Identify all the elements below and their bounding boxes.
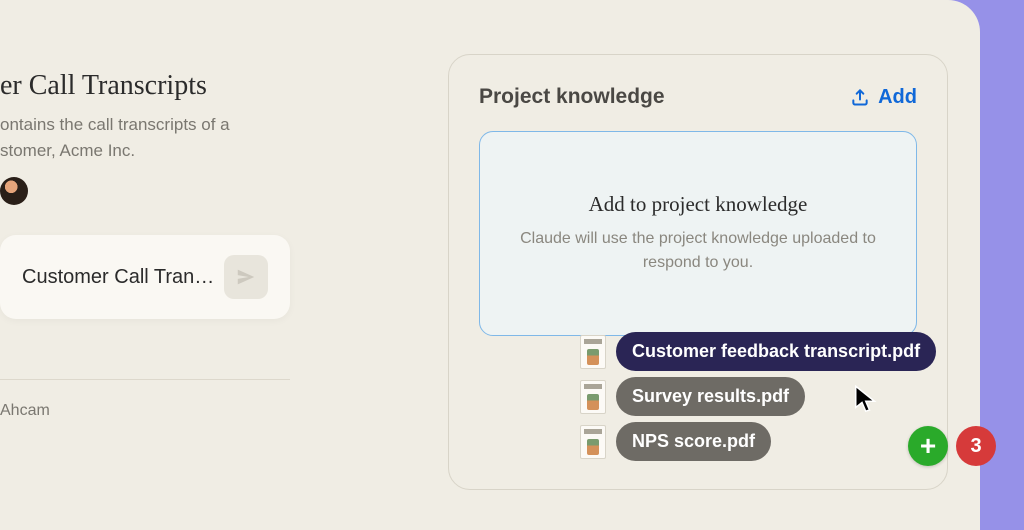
file-chip[interactable]: NPS score.pdf [616,422,771,461]
add-button[interactable]: Add [850,86,917,109]
chat-input[interactable]: Customer Call Transcript... [22,266,224,289]
upload-icon [850,87,870,107]
bottom-text: Ahсam [0,402,290,420]
plus-badge: + [908,426,948,466]
file-row[interactable]: Survey results.pdf [580,377,1020,416]
count-badge: 3 [956,426,996,466]
avatar [0,177,28,205]
add-label: Add [878,86,917,109]
badge-row: + 3 [908,426,996,466]
file-row[interactable]: Customer feedback transcript.pdf [580,332,1020,371]
divider [0,379,290,380]
send-icon [235,266,257,288]
main-content: er Call Transcripts ontains the call tra… [0,70,290,420]
file-chip[interactable]: Survey results.pdf [616,377,805,416]
page-subtitle: ontains the call transcripts of a stomer… [0,112,290,163]
pdf-icon [580,335,606,369]
pdf-icon [580,380,606,414]
send-button[interactable] [224,255,268,299]
page-title: er Call Transcripts [0,70,290,102]
dropzone[interactable]: Add to project knowledge Claude will use… [479,131,917,336]
pdf-icon [580,425,606,459]
chat-input-container[interactable]: Customer Call Transcript... [0,235,290,319]
panel-header: Project knowledge Add [479,85,917,109]
dropzone-subtitle: Claude will use the project knowledge up… [510,227,886,275]
panel-title: Project knowledge [479,85,665,109]
dropzone-title: Add to project knowledge [510,192,886,217]
file-chip[interactable]: Customer feedback transcript.pdf [616,332,936,371]
